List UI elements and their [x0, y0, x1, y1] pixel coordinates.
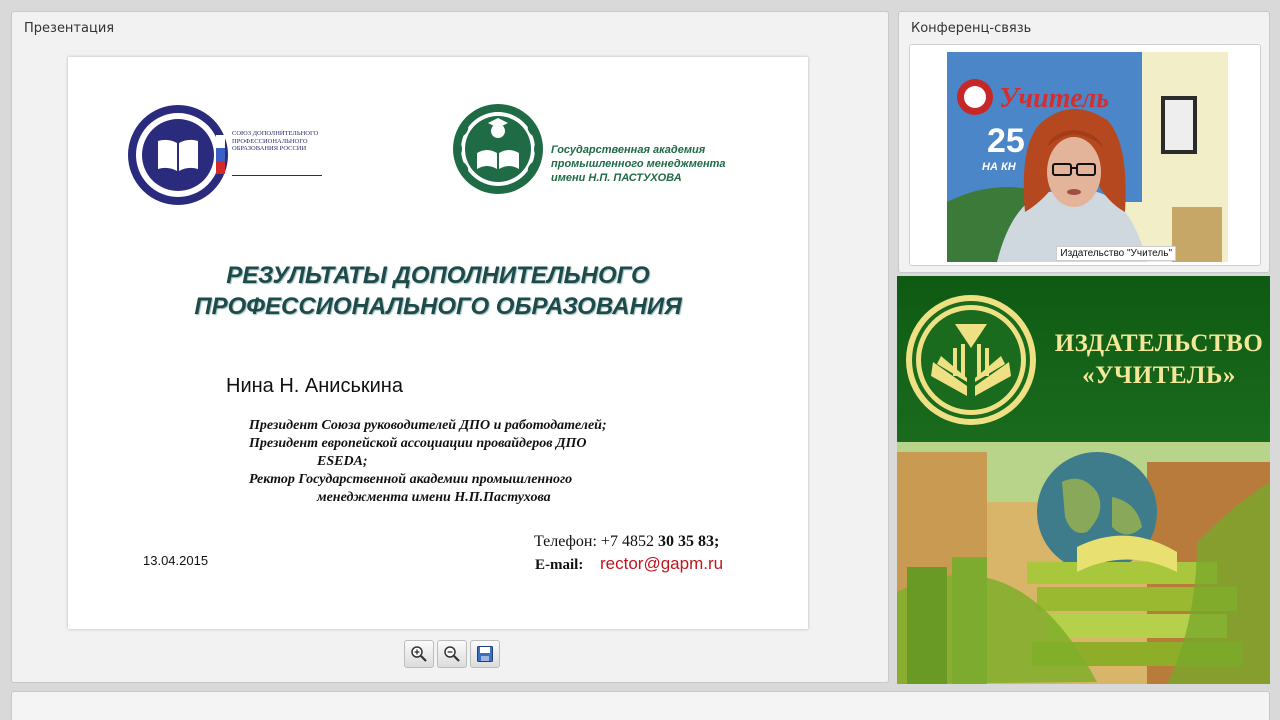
bottom-panel: [11, 691, 1270, 720]
phone-line: Телефон: +7 4852 30 35 83;: [534, 533, 719, 551]
slide-title-line-1: РЕЗУЛЬТАТЫ ДОПОЛНИТЕЛЬНОГО: [226, 262, 650, 289]
publisher-name-line-1: ИЗДАТЕЛЬСТВО: [1054, 330, 1264, 357]
union-logo-underline: [232, 175, 322, 176]
academy-name: Государственная академия промышленного м…: [551, 144, 726, 184]
publisher-banner: ИЗДАТЕЛЬСТВО «УЧИТЕЛЬ»: [897, 276, 1270, 684]
academy-logo-icon: [453, 104, 543, 194]
poster-text: Учитель: [999, 83, 1109, 114]
role-3: Ректор Государственной академии промышле…: [249, 472, 573, 487]
role-2: Президент европейской ассоциации провайд…: [249, 436, 587, 451]
conference-panel-title: Конференц-связь: [911, 21, 1032, 36]
zoom-in-button[interactable]: [404, 640, 434, 668]
save-button[interactable]: [470, 640, 500, 668]
slide-date: 13.04.2015: [143, 553, 209, 568]
union-logo-icon: [128, 105, 228, 205]
publisher-name-line-2: «УЧИТЕЛЬ»: [1082, 362, 1236, 389]
role-1: Президент Союза руководителей ДПО и рабо…: [249, 418, 607, 433]
slide-title: РЕЗУЛЬТАТЫ ДОПОЛНИТЕЛЬНОГО ПРОФЕССИОНАЛЬ…: [108, 260, 768, 322]
zoom-in-icon: [411, 646, 427, 662]
zoom-out-button[interactable]: [437, 640, 467, 668]
poster-number: 25: [987, 122, 1025, 160]
presentation-panel: Презентация СОЮЗ ДОПОЛНИТЕЛЬНОГО ПРОФЕСС…: [11, 11, 889, 683]
zoom-out-icon: [444, 646, 460, 662]
publisher-name: ИЗДАТЕЛЬСТВО «УЧИТЕЛЬ»: [1054, 328, 1264, 392]
webcam-video: Учитель 25 НА КН: [947, 52, 1228, 262]
role-2-continued: ESEDA;: [317, 454, 368, 469]
author-name: Нина Н. Аниськина: [226, 375, 403, 397]
presentation-panel-title: Презентация: [24, 21, 115, 36]
phone-number: 30 35 83;: [657, 533, 720, 550]
video-container[interactable]: Учитель 25 НА КН Издательство "Учитель": [909, 44, 1261, 266]
phone-label: Телефон: +7 4852: [534, 533, 658, 550]
conference-panel: Конференц-связь Учитель 25 НА КН Издател…: [898, 11, 1270, 273]
books-globe-photo: [897, 442, 1270, 684]
union-logo-text: СОЮЗ ДОПОЛНИТЕЛЬНОГО ПРОФЕССИОНАЛЬНОГО О…: [232, 130, 319, 152]
publisher-logo-icon: [906, 295, 1036, 425]
video-caption: Издательство "Учитель": [1056, 246, 1176, 261]
email-label: E-mail:: [535, 557, 584, 573]
save-icon: [477, 646, 493, 662]
presentation-slide: СОЮЗ ДОПОЛНИТЕЛЬНОГО ПРОФЕССИОНАЛЬНОГО О…: [68, 57, 808, 629]
slide-title-line-2: ПРОФЕССИОНАЛЬНОГО ОБРАЗОВАНИЯ: [194, 293, 682, 320]
author-roles: Президент Союза руководителей ДПО и рабо…: [249, 417, 769, 507]
poster-subtext: НА КН: [982, 161, 1017, 173]
publisher-banner-top: ИЗДАТЕЛЬСТВО «УЧИТЕЛЬ»: [897, 276, 1270, 442]
role-3-continued: менеджмента имени Н.П.Пастухова: [317, 490, 551, 505]
email-address: rector@gapm.ru: [600, 554, 724, 573]
